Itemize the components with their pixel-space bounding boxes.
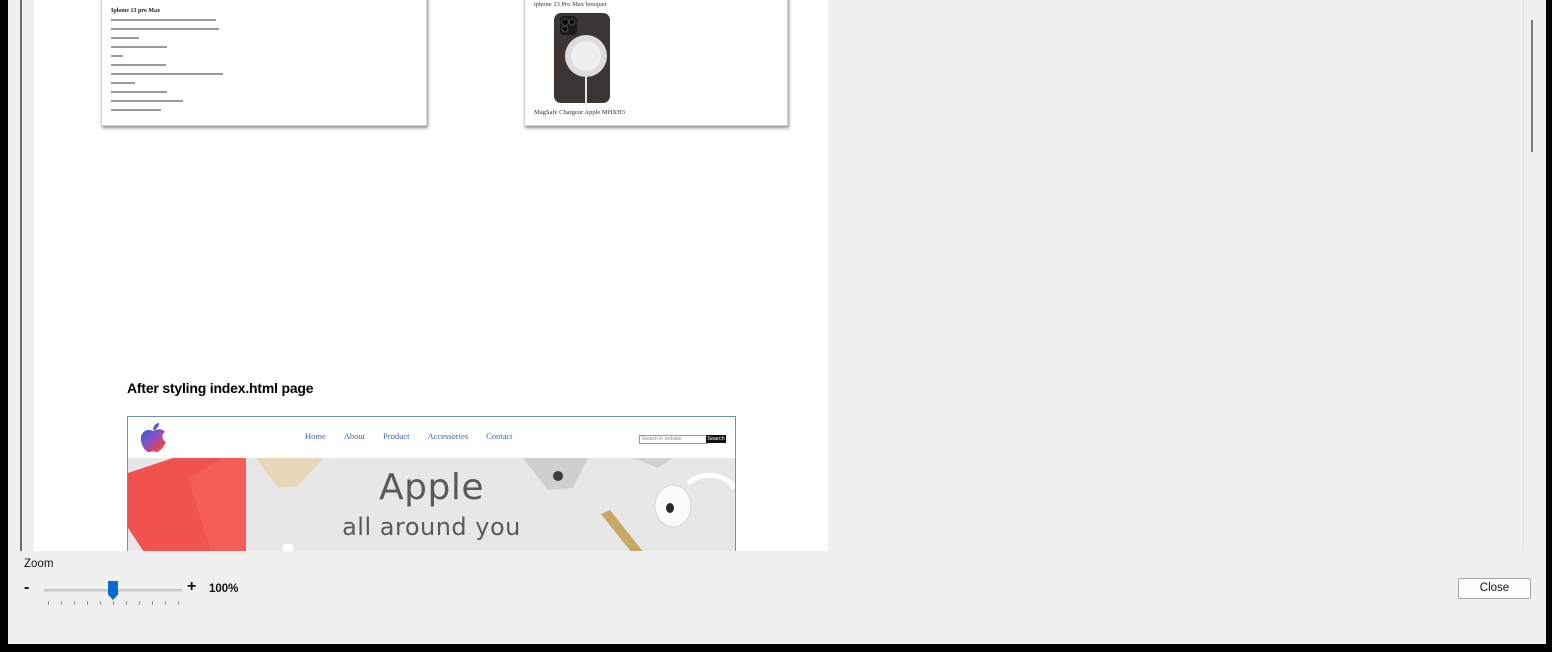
preview-nav-home: Home	[305, 431, 326, 441]
text-line	[111, 37, 139, 39]
text-line	[111, 28, 219, 30]
preview-hero-title: Apple	[379, 467, 484, 508]
slider-tick	[48, 601, 49, 605]
preview-navbar: Home About Product Accessories Contact S…	[128, 417, 735, 458]
text-line	[111, 19, 216, 21]
preview-nav-about: About	[343, 431, 366, 441]
vertical-scrollbar[interactable]	[1523, 0, 1539, 551]
print-preview-dialog: Iphone 13 pro Max iphone 13 Pro Max bouq…	[8, 0, 1546, 644]
zoom-in-button[interactable]: +	[187, 577, 196, 597]
slider-tick	[139, 601, 140, 605]
preview-hero-banner: Apple all around you	[128, 458, 735, 551]
slider-tick	[87, 601, 88, 605]
text-line	[111, 91, 167, 93]
section-heading: After styling index.html page	[127, 380, 314, 396]
text-line	[111, 64, 166, 66]
slider-tick	[74, 601, 75, 605]
phone-case-magsafe-image	[554, 13, 610, 105]
preview-nav-product: Product	[383, 431, 410, 441]
preview-search-button: Search	[706, 435, 726, 443]
text-line	[111, 46, 167, 48]
preview-nav-accessories: Accessories	[427, 431, 469, 441]
close-button[interactable]: Close	[1458, 578, 1531, 599]
slider-tick	[178, 601, 179, 605]
thumb-left-title: Iphone 13 pro Max	[111, 8, 161, 14]
scrollbar-thumb[interactable]	[1531, 20, 1533, 152]
embedded-screenshot-product-list: Iphone 13 pro Max	[101, 0, 427, 126]
slider-tick	[100, 601, 101, 605]
zoom-label: Zoom	[24, 558, 54, 570]
zoom-out-button[interactable]: -	[24, 578, 29, 598]
preview-nav-links: Home About Product Accessories Contact	[305, 431, 513, 441]
embedded-screenshot-index-page: Home About Product Accessories Contact S…	[127, 416, 736, 551]
document-viewer[interactable]: Iphone 13 pro Max iphone 13 Pro Max bouq…	[20, 0, 1540, 551]
slider-tick	[113, 601, 114, 605]
thumb-right-caption-top: iphone 13 Pro Max bouquet	[534, 1, 607, 8]
text-line	[111, 109, 161, 111]
text-line	[111, 55, 123, 57]
thumb-right-caption-bottom: MagSafe Chargeur Apple MHXH3	[534, 109, 626, 116]
document-page: Iphone 13 pro Max iphone 13 Pro Max bouq…	[34, 0, 828, 551]
zoom-slider-thumb[interactable]	[108, 581, 118, 600]
slider-tick	[165, 601, 166, 605]
embedded-screenshot-product-image: iphone 13 Pro Max bouquet MagSafe Charge…	[524, 0, 788, 126]
preview-hero-subtitle: all around you	[342, 513, 521, 541]
text-line	[111, 73, 223, 75]
zoom-value: 100%	[209, 583, 239, 595]
slider-tick	[126, 601, 127, 605]
apple-logo-icon	[140, 423, 166, 453]
slider-tick	[152, 601, 153, 605]
preview-nav-contact: Contact	[486, 431, 513, 441]
slider-tick	[61, 601, 62, 605]
text-line	[111, 82, 135, 84]
preview-search-input: Search in website	[639, 435, 708, 444]
text-line	[111, 100, 183, 102]
